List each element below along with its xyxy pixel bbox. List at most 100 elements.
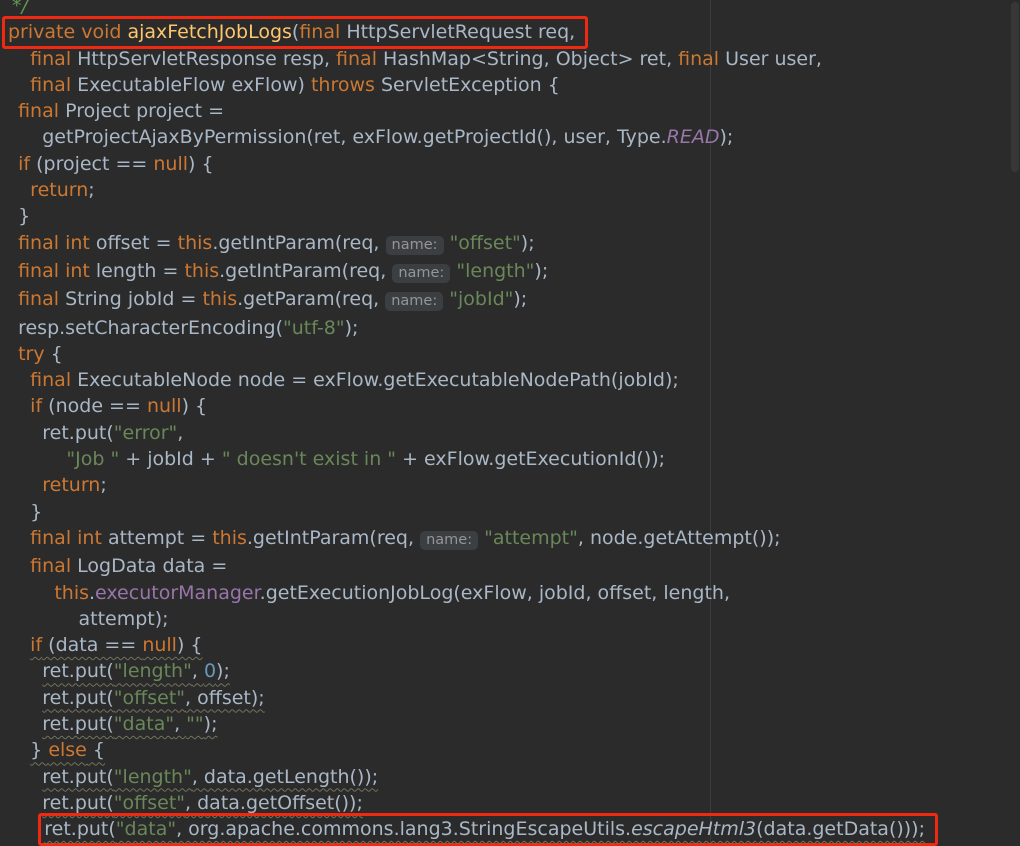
code-token: final [30, 73, 72, 96]
code-line[interactable]: if (project == null) { [6, 151, 1020, 177]
code-line[interactable]: getProjectAjaxByPermission(ret, exFlow.g… [6, 124, 1020, 150]
code-token: , [177, 421, 184, 444]
code-token: final int [18, 259, 90, 282]
code-token: getProjectAjaxByPermission(ret, exFlow.g… [42, 126, 667, 149]
inspection-wavy-underline: ret.put("length", 0); [42, 660, 230, 682]
code-token: { [44, 342, 63, 365]
code-line[interactable]: ret.put("length", data.getLength()); [6, 764, 1020, 790]
code-token: final [18, 288, 60, 311]
code-token: attempt); [78, 607, 169, 630]
code-token: ExecutableNode node = exFlow.getExecutab… [71, 369, 679, 392]
code-token: ret.put( [42, 660, 114, 683]
annotation-box: ret.put("data", org.apache.commons.lang3… [38, 813, 938, 846]
code-editor: */private void ajaxFetchJobLogs(final Ht… [0, 0, 1020, 846]
code-line[interactable]: resp.setCharacterEncoding("utf-8"); [6, 315, 1020, 341]
code-line[interactable]: if (node == null) { [6, 393, 1020, 419]
code-token: " doesn't exist in " [221, 448, 397, 471]
code-token: ) { [176, 634, 203, 657]
code-token: ; [100, 474, 107, 497]
code-line[interactable]: try { [6, 341, 1020, 367]
code-line[interactable]: final int offset = this.getIntParam(req,… [6, 230, 1020, 258]
code-line[interactable]: final ExecutableNode node = exFlow.getEx… [6, 367, 1020, 393]
code-token: } [30, 739, 49, 762]
code-line[interactable]: ret.put("offset", offset); [6, 685, 1020, 711]
code-token: attempt = [101, 526, 213, 549]
code-token: .getIntParam(req, [246, 526, 421, 549]
code-token: User user, [719, 47, 822, 70]
code-token: "length" [113, 765, 192, 788]
code-token: , [174, 713, 187, 736]
code-token: null [146, 395, 182, 418]
code-line[interactable]: final int attempt = this.getIntParam(req… [6, 525, 1020, 553]
code-token: ret.put( [42, 765, 114, 788]
code-token: escapeHtml3 [631, 818, 757, 841]
code-line[interactable]: return; [6, 472, 1020, 498]
code-line[interactable]: } [6, 499, 1020, 525]
code-token: Project project = [59, 100, 225, 123]
scrollbar[interactable] [1010, 0, 1020, 846]
code-line[interactable]: attempt); [6, 606, 1020, 632]
code-token: if [30, 395, 43, 418]
code-token: ajaxFetchJobLogs [127, 21, 292, 44]
param-name-hint[interactable]: name: [385, 292, 444, 312]
code-token: (project == [30, 152, 154, 175]
scrollbar-thumb[interactable] [1011, 2, 1019, 172]
param-name-hint[interactable]: name: [420, 530, 479, 550]
code-token: ret.put( [42, 713, 114, 736]
code-token: this [54, 581, 89, 604]
code-line[interactable]: ret.put("data", ""); [6, 711, 1020, 737]
code-line[interactable]: if (data == null) { [6, 632, 1020, 658]
code-line[interactable]: this.executorManager.getExecutionJobLog(… [6, 580, 1020, 606]
code-token: if [30, 634, 43, 657]
code-line[interactable]: final int length = this.getIntParam(req,… [6, 258, 1020, 286]
code-line[interactable]: } else { [6, 737, 1020, 763]
code-line[interactable]: final String jobId = this.getParam(req, … [6, 286, 1020, 314]
code-token: this [212, 526, 247, 549]
code-token: ) { [188, 152, 214, 175]
param-name-hint[interactable]: name: [385, 235, 444, 255]
code-token: ; [88, 179, 95, 202]
code-token: final int [30, 526, 102, 549]
param-name-hint[interactable]: name: [392, 263, 451, 283]
code-token: , [191, 660, 204, 683]
code-line[interactable]: ret.put("data", org.apache.commons.lang3… [6, 813, 1020, 846]
code-token: HttpServletResponse resp, [71, 47, 337, 70]
annotation-box: private void ajaxFetchJobLogs(final Http… [2, 16, 589, 50]
code-token: "offset" [113, 686, 186, 709]
code-line[interactable]: return; [6, 177, 1020, 203]
code-token: "Job " [66, 448, 120, 471]
inspection-wavy-underline: ret.put("data", ""); [42, 713, 217, 735]
code-line[interactable]: final Project project = [6, 98, 1020, 124]
code-line[interactable]: ret.put("length", 0); [6, 658, 1020, 684]
code-token: final int [18, 231, 90, 254]
code-line[interactable]: ret.put("error", [6, 420, 1020, 446]
code-token: try [18, 342, 45, 365]
code-line[interactable]: private void ajaxFetchJobLogs(final Http… [2, 16, 1020, 50]
code-token: String jobId = [59, 288, 203, 311]
code-token: if [18, 152, 31, 175]
code-token: throws [310, 73, 375, 96]
code-token: length = [89, 259, 185, 282]
code-token: final [336, 47, 377, 70]
code-line[interactable]: final HttpServletResponse resp, final Ha… [6, 46, 1020, 72]
code-token: ) { [181, 395, 208, 418]
inspection-wavy-underline: if (data == null) { [30, 634, 202, 656]
code-area[interactable]: */private void ajaxFetchJobLogs(final Ht… [0, 0, 1020, 846]
code-line[interactable]: final ExecutableFlow exFlow) throws Serv… [6, 72, 1020, 98]
code-token: + jobId + [119, 448, 222, 471]
code-token: "error" [113, 421, 178, 444]
code-token: { [86, 739, 106, 762]
code-token: ret.put( [42, 791, 114, 814]
code-token: "offset" [113, 791, 186, 814]
code-line[interactable]: final LogData data = [6, 553, 1020, 579]
code-token: .getIntParam(req, [219, 259, 393, 282]
code-line[interactable]: } [6, 203, 1020, 229]
code-token: , org.apache.commons.lang3.StringEscapeU… [176, 818, 632, 841]
code-line[interactable]: "Job " + jobId + " doesn't exist in " + … [6, 446, 1020, 472]
code-token: LogData data = [71, 555, 228, 578]
code-token: } [30, 500, 43, 523]
code-token: (data == [42, 634, 143, 657]
code-token: ); [534, 259, 549, 282]
code-token: ServletException { [374, 73, 560, 96]
code-token: executorManager [95, 581, 260, 604]
